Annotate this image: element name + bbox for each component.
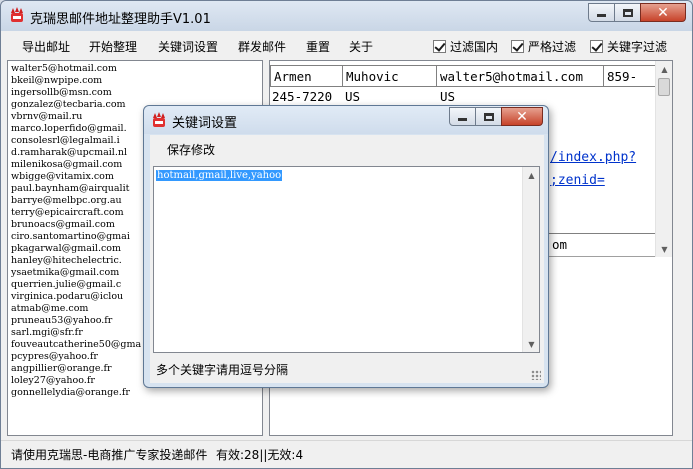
dialog-maximize-button[interactable] [475, 107, 502, 126]
minimize-button[interactable] [588, 3, 615, 22]
keywords-value: hotmail,gmail,live,yahoo [156, 170, 283, 181]
dialog-close-button[interactable]: ✕ [501, 107, 543, 126]
menu-reset[interactable]: 重置 [306, 38, 330, 55]
record-country-2: US [440, 89, 456, 104]
menu-start[interactable]: 开始整理 [89, 38, 137, 55]
email-list-item[interactable]: bkeil@nwpipe.com [11, 75, 262, 87]
strict-filter-checkbox[interactable]: 严格过滤 [511, 38, 576, 55]
scroll-up-icon[interactable]: ▲ [656, 61, 672, 77]
minimize-icon [458, 118, 467, 121]
maximize-button[interactable] [614, 3, 641, 22]
app-logo-icon [153, 112, 165, 127]
checkbox-checked-icon [590, 40, 603, 53]
vertical-scrollbar[interactable]: ▲ ▼ [655, 61, 672, 257]
record-last-name: Muhovic [343, 66, 437, 86]
scroll-up-icon[interactable]: ▲ [523, 167, 540, 183]
menu-mass-mail[interactable]: 群发邮件 [238, 38, 286, 55]
keywords-hint: 多个关键字请用逗号分隔 [156, 363, 289, 377]
dialog-title-bar[interactable]: 关键词设置 ✕ [144, 106, 548, 134]
email-list-item[interactable]: gonnellelydia@orange.fr [11, 387, 262, 399]
checkbox-checked-icon [433, 40, 446, 53]
scroll-down-icon[interactable]: ▼ [523, 336, 540, 352]
title-bar[interactable]: 克瑞思邮件地址整理助手V1.01 ✕ [1, 1, 692, 31]
close-icon: ✕ [516, 108, 528, 125]
filter-domestic-checkbox[interactable]: 过滤国内 [433, 38, 498, 55]
status-counts: 有效:28||无效:4 [216, 448, 304, 462]
dialog-title: 关键词设置 [172, 116, 238, 131]
save-changes-button[interactable]: 保存修改 [167, 141, 215, 158]
filter-domestic-label: 过滤国内 [450, 40, 499, 54]
email-list-item[interactable]: ingersollb@msn.com [11, 87, 262, 99]
checkbox-checked-icon [511, 40, 524, 53]
strict-filter-label: 严格过滤 [528, 40, 577, 54]
record-phone-start: 859- [607, 69, 638, 84]
keyword-filter-checkbox[interactable]: 关键字过滤 [590, 38, 667, 55]
keyword-filter-label: 关键字过滤 [607, 40, 668, 54]
record-row: Armen Muhovic walter5@hotmail.com 859- [270, 65, 658, 87]
maximize-icon [622, 8, 633, 17]
record-email: walter5@hotmail.com [437, 66, 604, 86]
close-icon: ✕ [657, 4, 669, 21]
status-message: 请使用克瑞思-电商推广专家投递邮件 [11, 448, 208, 462]
menu-about[interactable]: 关于 [349, 38, 373, 55]
record-row-continued: 245-7220 US US [272, 89, 455, 104]
keywords-textarea[interactable]: hotmail,gmail,live,yahoo ▲ ▼ [153, 166, 540, 353]
menu-keywords[interactable]: 关键词设置 [158, 38, 218, 55]
scroll-thumb[interactable] [658, 78, 670, 96]
dialog-body: 保存修改 hotmail,gmail,live,yahoo ▲ ▼ 多个关键字请… [150, 135, 544, 383]
scroll-down-icon[interactable]: ▼ [656, 241, 672, 257]
minimize-icon [597, 14, 606, 17]
textarea-scrollbar[interactable]: ▲ ▼ [522, 167, 539, 352]
keyword-settings-dialog: 关键词设置 ✕ 保存修改 hotmail,gmail,live,yahoo ▲ … [143, 105, 549, 388]
window-controls: ✕ [588, 3, 686, 22]
record-phone-end: 245-7220 [272, 89, 333, 104]
status-bar: 请使用克瑞思-电商推广专家投递邮件 有效:28||无效:4 [1, 440, 692, 468]
email-list-item[interactable]: walter5@hotmail.com [11, 63, 262, 75]
record-first-name: Armen [271, 66, 343, 86]
resize-grip-icon[interactable] [531, 370, 541, 380]
window-title: 克瑞思邮件地址整理助手V1.01 [30, 12, 211, 27]
app-logo-icon [11, 7, 23, 22]
close-button[interactable]: ✕ [640, 3, 686, 22]
menu-bar: 导出邮址 开始整理 关键词设置 群发邮件 重置 关于 过滤国内 严格过滤 关键字… [1, 32, 692, 58]
dialog-minimize-button[interactable] [449, 107, 476, 126]
record-link-2[interactable]: ;zenid= [550, 173, 605, 188]
menu-export[interactable]: 导出邮址 [22, 38, 70, 55]
record-country-1: US [345, 89, 361, 104]
maximize-icon [483, 112, 494, 121]
dialog-window-controls: ✕ [449, 107, 543, 126]
record-tail: om [540, 233, 658, 255]
record-link-1[interactable]: /index.php? [550, 150, 636, 165]
